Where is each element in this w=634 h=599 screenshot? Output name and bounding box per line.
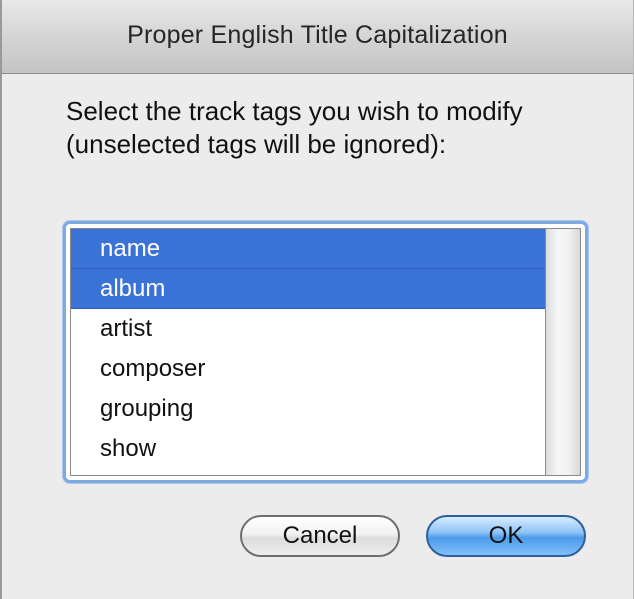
tag-list-box: name album artist composer grouping show bbox=[66, 224, 585, 480]
list-scrollbar[interactable] bbox=[546, 228, 581, 476]
tag-item-grouping[interactable]: grouping bbox=[71, 389, 545, 429]
tag-item-show[interactable]: show bbox=[71, 429, 545, 469]
cancel-button[interactable]: Cancel bbox=[240, 515, 400, 557]
instruction-text: Select the track tags you wish to modify… bbox=[66, 96, 523, 159]
dialog-window: Proper English Title Capitalization Sele… bbox=[0, 0, 634, 599]
window-title: Proper English Title Capitalization bbox=[127, 21, 508, 49]
tag-item-composer[interactable]: composer bbox=[71, 349, 545, 389]
title-bar[interactable]: Proper English Title Capitalization bbox=[2, 0, 633, 74]
tag-list[interactable]: name album artist composer grouping show bbox=[70, 228, 546, 476]
tag-item-album[interactable]: album bbox=[71, 269, 545, 309]
tag-item-artist[interactable]: artist bbox=[71, 309, 545, 349]
ok-button[interactable]: OK bbox=[426, 515, 586, 557]
tag-item-name[interactable]: name bbox=[71, 229, 545, 269]
